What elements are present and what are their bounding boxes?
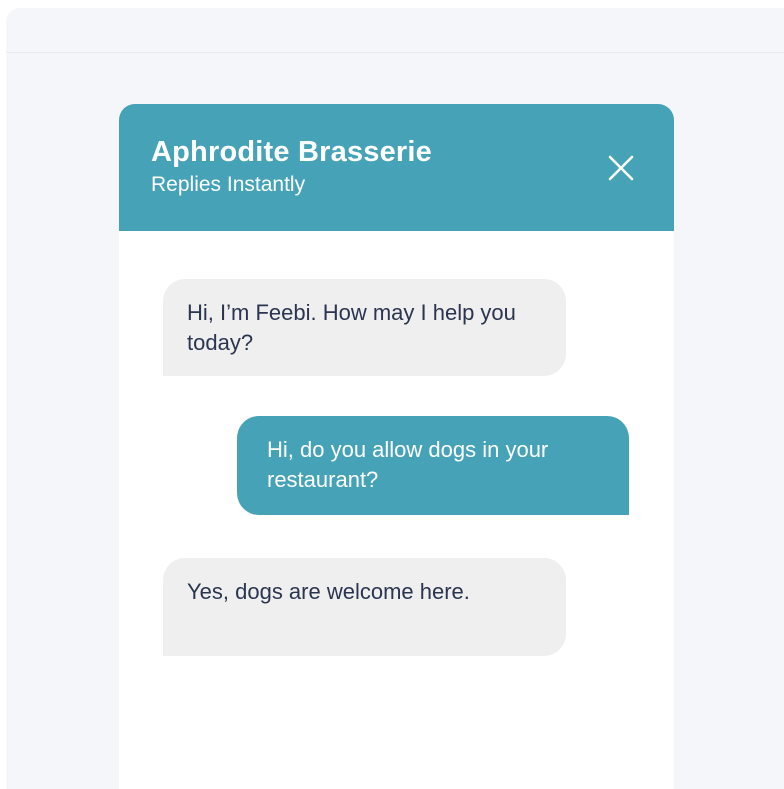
top-divider bbox=[6, 52, 784, 53]
reply-status: Replies Instantly bbox=[151, 173, 306, 196]
user-message: Hi, do you allow dogs in your restaurant… bbox=[237, 416, 629, 515]
chat-widget: Aphrodite Brasserie Replies Instantly Hi… bbox=[119, 104, 674, 789]
close-icon bbox=[608, 155, 634, 181]
close-button[interactable] bbox=[601, 148, 641, 188]
chat-header: Aphrodite Brasserie Replies Instantly bbox=[119, 104, 674, 231]
bot-message: Hi, I’m Feebi. How may I help you today? bbox=[163, 279, 566, 376]
bot-message: Yes, dogs are welcome here. bbox=[163, 558, 566, 656]
restaurant-name: Aphrodite Brasserie bbox=[151, 136, 432, 168]
